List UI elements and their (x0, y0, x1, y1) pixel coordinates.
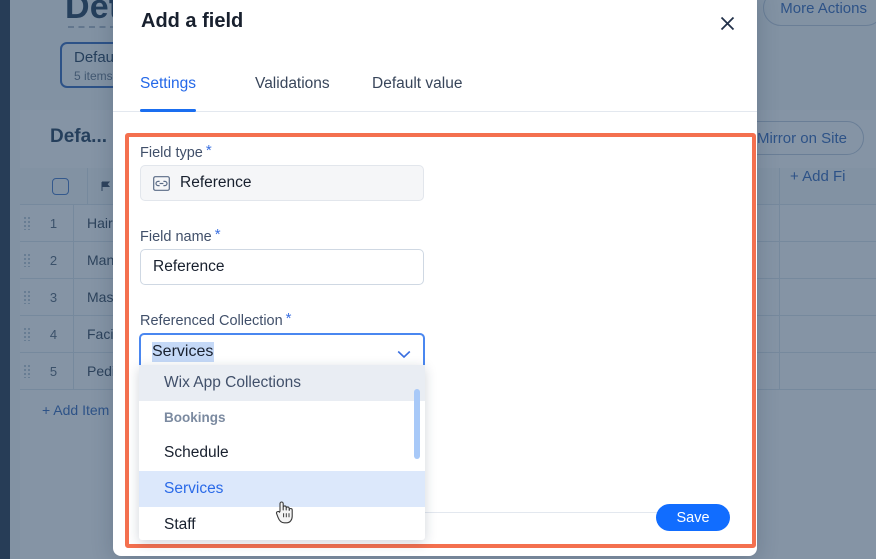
dialog-title: Add a field (141, 10, 244, 32)
dropdown-app-collections-header[interactable]: Wix App Collections (139, 365, 425, 401)
tab-settings[interactable]: Settings (140, 70, 197, 112)
add-field-dialog: Add a field Settings Validations Default… (113, 0, 757, 556)
field-name-label: Field name * (140, 226, 221, 245)
dropdown-group-bookings: Bookings (164, 410, 226, 425)
dialog-tabs: Settings Validations Default value (113, 70, 757, 112)
close-icon[interactable] (716, 12, 738, 34)
field-type-text: Reference (180, 174, 252, 191)
pointer-hand-cursor (275, 500, 295, 530)
required-marker: * (285, 310, 292, 327)
field-name-value: Reference (153, 258, 225, 275)
screen: Deta... Default 5 items More Actions Def… (0, 0, 876, 559)
dropdown-scrollbar[interactable] (414, 389, 420, 459)
reference-link-icon (153, 175, 170, 191)
referenced-collection-value: Services (152, 342, 215, 362)
required-marker: * (205, 142, 212, 159)
dropdown-option-schedule[interactable]: Schedule (139, 435, 425, 471)
referenced-collection-label: Referenced Collection * (140, 310, 292, 329)
save-button[interactable]: Save (656, 504, 730, 531)
field-name-input[interactable]: Reference (140, 249, 424, 285)
tab-default-value[interactable]: Default value (372, 70, 462, 112)
chevron-down-icon[interactable] (397, 346, 411, 364)
field-type-value[interactable]: Reference (140, 165, 424, 201)
tab-validations[interactable]: Validations (255, 70, 330, 112)
field-type-label: Field type * (140, 142, 212, 161)
required-marker: * (214, 226, 221, 243)
